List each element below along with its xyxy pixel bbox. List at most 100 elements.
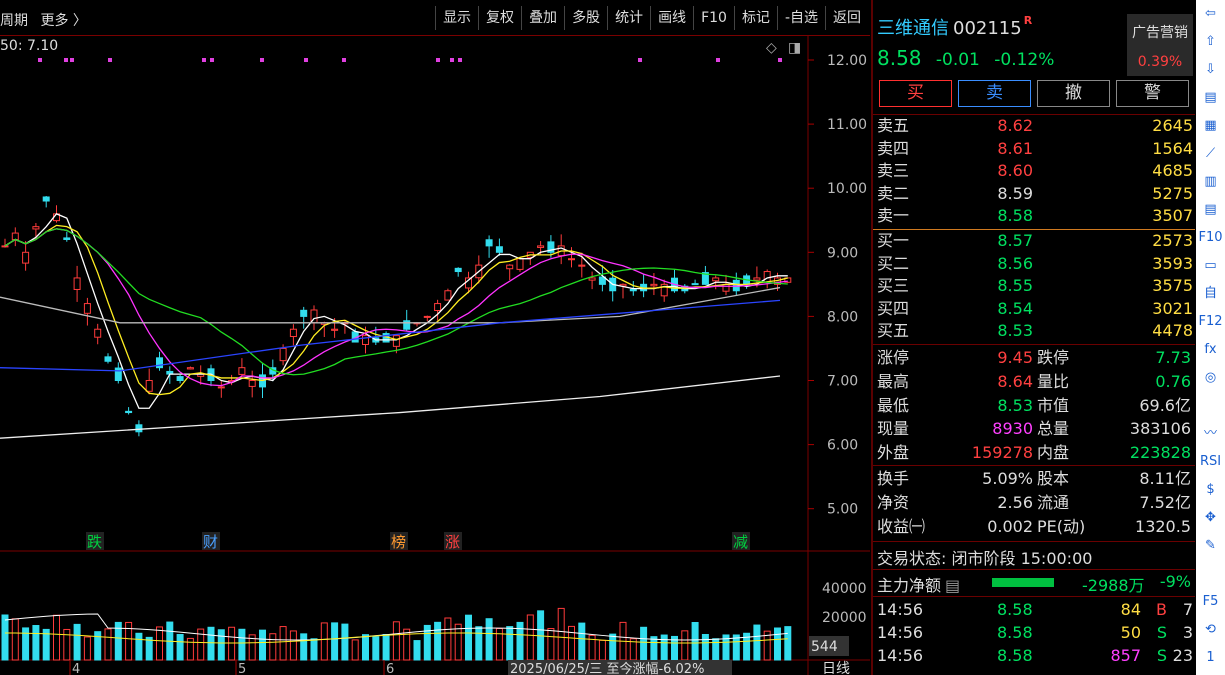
formula-icon[interactable]: fx — [1196, 336, 1225, 364]
stock-name[interactable]: 三维通信 — [877, 18, 949, 39]
tick-row: 14:56 8.58 84 B 7 — [877, 598, 1193, 621]
stat-item: 现量 8930 — [877, 417, 1033, 441]
volume-bar — [701, 633, 709, 661]
volume-bar — [310, 638, 318, 661]
quote-panel: 三维通信 002115 R 8.58 -0.01 -0.12% 广告营销 0.39%… — [871, 0, 1195, 675]
bid-row[interactable]: 买四 8.54 3021 — [877, 298, 1193, 320]
toolbar-button[interactable]: F10 — [693, 6, 734, 30]
cancel-button[interactable]: 撤 — [1037, 80, 1110, 107]
stat-value: 9.45 — [997, 348, 1033, 367]
ask-row[interactable]: 卖三 8.60 4685 — [877, 160, 1193, 182]
volume-bar — [94, 631, 102, 661]
candle — [454, 267, 462, 273]
refresh-icon[interactable]: ⟲ — [1196, 616, 1225, 644]
alert-button[interactable]: 警 — [1116, 80, 1189, 107]
sell-button[interactable]: 卖 — [958, 80, 1031, 107]
volume-bar — [320, 622, 328, 661]
f5-icon[interactable]: F5 — [1196, 588, 1225, 616]
candle — [22, 251, 30, 264]
f10-icon[interactable]: F10 — [1196, 224, 1225, 252]
level-volume: 4685 — [1152, 161, 1193, 180]
level-price: 8.57 — [997, 231, 1033, 250]
toolbar-button[interactable]: 统计 — [607, 6, 650, 30]
candle — [691, 283, 699, 286]
toolbar-button[interactable]: -自选 — [776, 6, 825, 30]
signal-dot — [450, 58, 454, 62]
level-label: 卖二 — [877, 183, 910, 203]
volume-bar — [289, 630, 297, 661]
toolbar-button[interactable]: 复权 — [478, 6, 521, 30]
move-icon[interactable]: ✥ — [1196, 504, 1225, 532]
down-icon[interactable]: ⇩ — [1196, 56, 1225, 84]
ask-row[interactable]: 卖五 8.62 2645 — [877, 115, 1193, 137]
pen-icon[interactable]: ✎ — [1196, 532, 1225, 560]
grid-icon[interactable]: ▦ — [1196, 112, 1225, 140]
bid-row[interactable]: 买五 8.53 4478 — [877, 320, 1193, 342]
toolbar-button[interactable]: 标记 — [733, 6, 777, 30]
bid-row[interactable]: 买一 8.57 2573 — [877, 230, 1193, 252]
signal-dot — [458, 58, 462, 62]
rsi-icon[interactable]: RSI — [1196, 448, 1225, 476]
sector-box[interactable]: 广告营销 0.39% — [1127, 14, 1193, 76]
stat-value: 1320.5 — [1135, 517, 1191, 536]
level-volume: 2573 — [1152, 231, 1193, 250]
period-menu[interactable]: 周期 更多 〉 — [0, 10, 95, 30]
stat-item: 外盘 159278 — [877, 441, 1033, 465]
toolbar-button[interactable]: 画线 — [650, 6, 693, 30]
stat-label: 涨停 — [877, 348, 910, 367]
stat-value: 8.64 — [997, 371, 1033, 391]
f12-icon[interactable]: F12 — [1196, 308, 1225, 336]
candle-icon[interactable]: ▥ — [1196, 168, 1225, 196]
stat-label: 市值 — [1037, 395, 1070, 415]
target-icon[interactable]: ◎ — [1196, 364, 1225, 392]
wave-icon[interactable]: 〰 — [1196, 420, 1225, 448]
money-icon[interactable]: $ — [1196, 476, 1225, 504]
more-menu[interactable]: 更多 〉 — [40, 13, 86, 29]
candle — [588, 277, 596, 281]
toolbar-button[interactable]: 叠加 — [521, 6, 564, 30]
up-icon[interactable]: ⇧ — [1196, 28, 1225, 56]
buy-button[interactable]: 买 — [879, 80, 952, 107]
volume-bar — [300, 633, 308, 661]
list-icon[interactable]: ▤ — [945, 576, 960, 595]
candle — [104, 356, 112, 362]
window-icon[interactable]: ▭ — [1196, 252, 1225, 280]
ask-row[interactable]: 卖四 8.61 1564 — [877, 138, 1193, 160]
kline-chart[interactable]: 50: 7.10 ◇ ◨ 12.00 11.00 10.00 9.00 8.00 7.00 6.0… — [0, 36, 870, 675]
moving-average-line — [4, 213, 788, 409]
main-flow-value: -2988万 — [1082, 576, 1145, 595]
volume-bar — [691, 622, 699, 661]
price-tick-label: 7.00 — [827, 374, 858, 390]
bid-row[interactable]: 买二 8.56 3593 — [877, 253, 1193, 275]
price-tick-label: 12.00 — [827, 53, 867, 69]
main-flow[interactable]: 主力净额 ▤ -2988万 -9% — [877, 572, 1193, 595]
event-marker: 减 — [733, 533, 748, 551]
volume-bar — [259, 629, 266, 661]
ask-row[interactable]: 卖一 8.58 3507 — [877, 205, 1193, 227]
toolbar-button[interactable]: 返回 — [825, 6, 868, 30]
chart-icon[interactable]: ▤ — [1196, 84, 1225, 112]
candle — [42, 196, 50, 202]
period-label[interactable]: 周期 — [0, 13, 28, 29]
ask-row[interactable]: 卖二 8.59 5275 — [877, 183, 1193, 205]
list-icon[interactable]: ▤ — [1196, 196, 1225, 224]
favorite-icon[interactable]: 自 — [1196, 280, 1225, 308]
volume-bar — [568, 625, 575, 661]
volume-bar — [238, 628, 246, 661]
volume-bar — [341, 623, 349, 661]
back-icon[interactable]: ⇦ — [1196, 0, 1225, 28]
price-tick-label: 10.00 — [827, 181, 867, 197]
toolbar-button[interactable]: 显示 — [435, 6, 478, 30]
stat-value: 7.52亿 — [1139, 493, 1191, 512]
bid-row[interactable]: 买三 8.55 3575 — [877, 275, 1193, 297]
volume-bar — [392, 621, 400, 661]
toolbar-button[interactable]: 多股 — [564, 6, 607, 30]
volume-bar — [156, 626, 163, 661]
stat-item: 总量 383106 — [1037, 417, 1191, 441]
candle — [63, 237, 71, 240]
diamond-icon: ◇ — [766, 40, 777, 56]
kline-svg[interactable]: 50: 7.10 ◇ ◨ 12.00 11.00 10.00 9.00 8.00 7.00 6.0… — [0, 36, 870, 675]
volume-bar — [444, 617, 452, 661]
line-icon[interactable]: ⟋ — [1196, 140, 1225, 168]
number-icon[interactable]: 1 — [1196, 644, 1225, 672]
